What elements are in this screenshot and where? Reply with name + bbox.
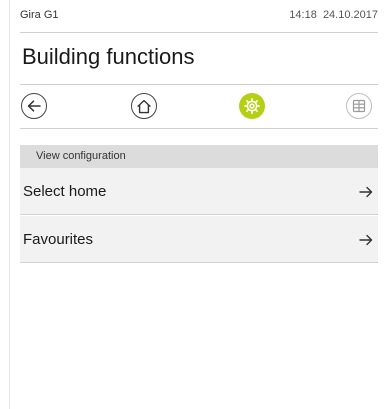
gear-icon: [243, 97, 261, 115]
divider-nav-bottom: [20, 128, 378, 129]
list-item-favourites[interactable]: Favourites: [20, 216, 378, 263]
list-item-label: Select home: [23, 183, 107, 200]
screen: Gira G1 14:18 24.10.2017 Building functi…: [0, 0, 388, 409]
settings-button[interactable]: [239, 93, 265, 119]
clock: 14:18 24.10.2017: [289, 9, 378, 21]
list-item-label: Favourites: [23, 231, 94, 248]
back-arrow-icon: [27, 100, 41, 112]
left-divider: [9, 0, 10, 409]
device-name: Gira G1: [20, 9, 59, 21]
list-item-select-home[interactable]: Select home: [20, 168, 378, 215]
date: 24.10.2017: [322, 9, 378, 21]
time: 14:18: [289, 9, 317, 21]
arrow-right-icon: [359, 186, 373, 198]
back-button[interactable]: [21, 93, 47, 119]
home-button[interactable]: [131, 93, 157, 119]
divider-nav-top: [20, 84, 378, 85]
grid-button[interactable]: [346, 93, 372, 119]
section-header: View configuration: [20, 145, 378, 168]
grid-icon: [352, 99, 366, 113]
page-title: Building functions: [22, 44, 195, 69]
arrow-right-icon: [359, 234, 373, 246]
home-icon: [137, 99, 151, 113]
divider-top: [20, 32, 378, 33]
status-bar: Gira G1 14:18 24.10.2017: [20, 9, 378, 25]
